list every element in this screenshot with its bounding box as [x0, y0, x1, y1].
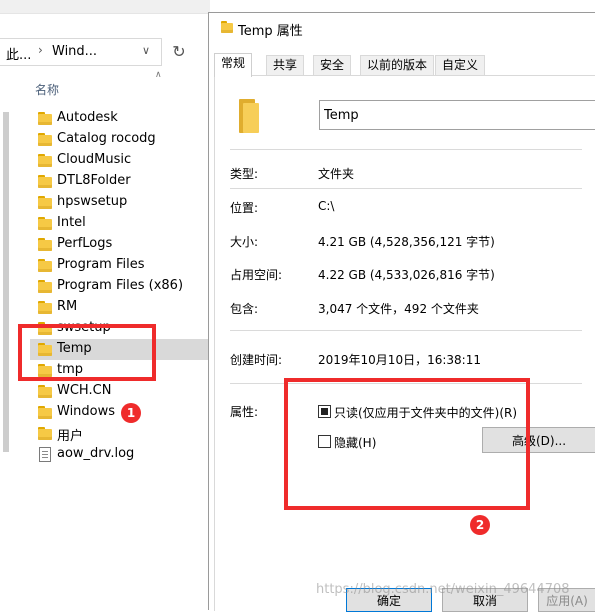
created-value: 2019年10月10日，16:38:11: [318, 353, 481, 367]
contains-label: 包含:: [230, 302, 259, 316]
address-segment-this-pc[interactable]: 此...: [6, 44, 31, 63]
item-name: Catalog rocodg: [57, 131, 156, 146]
folder-item[interactable]: hpswsetup: [30, 192, 210, 213]
file-item[interactable]: aow_drv.log: [30, 444, 210, 465]
folder-item[interactable]: DTL8Folder: [30, 171, 210, 192]
file-explorer: 此... › Wind... ∨ ↻ 名称 ∧ Autodesk Catalog …: [0, 0, 210, 610]
address-segment-windows[interactable]: Wind...: [52, 44, 97, 59]
tab-customize[interactable]: 自定义: [435, 55, 486, 76]
address-bar[interactable]: 此... › Wind... ∨: [0, 38, 162, 66]
item-name: DTL8Folder: [57, 173, 131, 188]
item-name: aow_drv.log: [57, 446, 135, 461]
item-name: Program Files (x86): [57, 278, 184, 293]
item-name: CloudMusic: [57, 152, 132, 167]
file-icon: [39, 447, 51, 462]
tab-sharing[interactable]: 共享: [266, 55, 305, 76]
folder-name-input[interactable]: [319, 100, 595, 130]
item-name: 用户: [57, 429, 84, 444]
tab-general[interactable]: 常规: [214, 53, 253, 77]
folder-item[interactable]: RM: [30, 297, 210, 318]
folder-icon: [38, 112, 52, 125]
annotation-box-2: [284, 378, 530, 510]
properties-dialog: Temp 属性 常规 共享 安全 以前的版本 自定义 类型: 文件夹 位置: C…: [208, 12, 595, 612]
annotation-badge-2: 2: [470, 515, 490, 535]
column-header-name[interactable]: 名称: [35, 81, 59, 98]
chevron-down-icon[interactable]: ∨: [142, 44, 150, 57]
size-on-disk-value: 4.22 GB (4,533,026,816 字节): [318, 268, 495, 282]
folder-icon: [38, 301, 52, 314]
item-name: Autodesk: [57, 110, 118, 125]
refresh-icon[interactable]: ↻: [167, 40, 191, 64]
dialog-titlebar[interactable]: Temp 属性: [209, 13, 595, 43]
divider: [230, 149, 582, 150]
item-name: WCH.CN: [57, 383, 112, 398]
size-label: 大小:: [230, 235, 259, 249]
created-label: 创建时间:: [230, 353, 283, 367]
folder-icon: [38, 238, 52, 251]
divider: [230, 330, 582, 331]
folder-item[interactable]: Catalog rocodg: [30, 129, 210, 150]
type-label: 类型:: [230, 167, 259, 181]
folder-icon: [38, 133, 52, 146]
annotation-badge-1: 1: [121, 403, 141, 423]
type-value: 文件夹: [318, 167, 355, 181]
size-value: 4.21 GB (4,528,356,121 字节): [318, 235, 495, 249]
item-name: Intel: [57, 215, 86, 230]
folder-item[interactable]: Intel: [30, 213, 210, 234]
tab-panel-general: [214, 75, 595, 611]
folder-item[interactable]: Autodesk: [30, 108, 210, 129]
divider: [230, 188, 582, 189]
folder-item[interactable]: CloudMusic: [30, 150, 210, 171]
item-name: hpswsetup: [57, 194, 128, 209]
folder-icon: [38, 154, 52, 167]
folder-icon: [38, 217, 52, 230]
item-name: Windows: [57, 404, 116, 419]
dialog-title: Temp 属性: [238, 24, 303, 39]
tab-previous-versions[interactable]: 以前的版本: [360, 55, 435, 76]
folder-item[interactable]: Windows: [30, 402, 210, 423]
annotation-box-1: [18, 324, 156, 381]
folder-icon: [38, 259, 52, 272]
item-name: Program Files: [57, 257, 145, 272]
folder-icon: [38, 196, 52, 209]
contains-value: 3,047 个文件，492 个文件夹: [318, 302, 479, 316]
folder-icon: [38, 280, 52, 293]
sort-ascending-icon: ∧: [155, 70, 162, 80]
tab-security[interactable]: 安全: [313, 55, 352, 76]
folder-item[interactable]: 用户: [30, 423, 210, 444]
folder-icon: [38, 406, 52, 419]
size-on-disk-label: 占用空间:: [230, 268, 283, 282]
watermark: https://blog.csdn.net/weixin_49644708: [316, 582, 570, 597]
location-value: C:\: [318, 199, 335, 213]
folder-item[interactable]: PerfLogs: [30, 234, 210, 255]
location-label: 位置:: [230, 201, 259, 215]
item-name: PerfLogs: [57, 236, 113, 251]
folder-icon: [38, 427, 52, 440]
scrollbar-thumb[interactable]: [3, 112, 9, 452]
folder-item[interactable]: Program Files: [30, 255, 210, 276]
chevron-right-icon[interactable]: ›: [38, 43, 43, 57]
folder-icon: [38, 385, 52, 398]
attributes-label: 属性:: [230, 405, 259, 419]
folder-item[interactable]: WCH.CN: [30, 381, 210, 402]
folder-icon-large: [237, 99, 259, 133]
item-name: RM: [57, 299, 78, 314]
ribbon-strip: [0, 0, 210, 14]
folder-item[interactable]: Program Files (x86): [30, 276, 210, 297]
folder-icon: [221, 21, 233, 33]
folder-icon: [38, 175, 52, 188]
nav-pane-scrollbar[interactable]: [0, 112, 12, 452]
